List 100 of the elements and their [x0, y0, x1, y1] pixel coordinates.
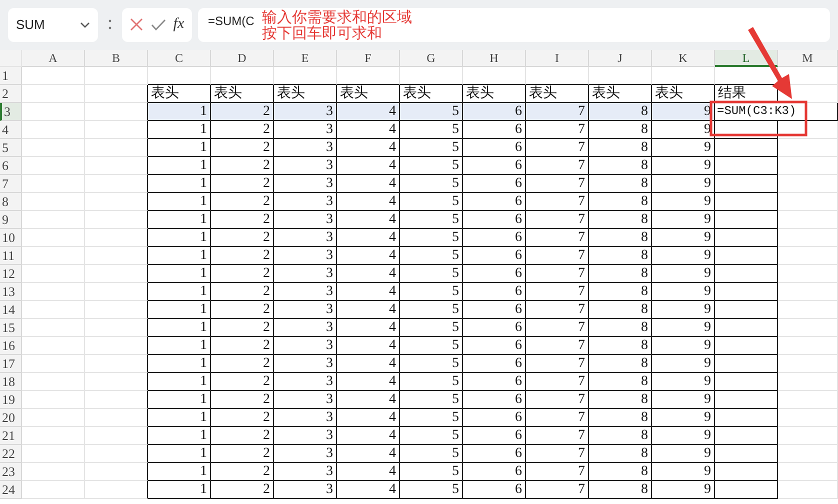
row-header[interactable]: 19: [0, 391, 22, 409]
column-header[interactable]: I: [526, 50, 589, 67]
row-header[interactable]: 7: [0, 175, 22, 193]
row-header[interactable]: 9: [0, 211, 22, 229]
name-box-value: SUM: [16, 17, 45, 32]
table-cell: 1: [148, 445, 211, 463]
function-button[interactable]: fx: [173, 16, 184, 33]
row-header[interactable]: 6: [0, 157, 22, 175]
table-cell: 4: [337, 211, 400, 229]
table-cell: 9: [652, 265, 715, 283]
table-cell: 2: [211, 301, 274, 319]
table-cell: 3: [274, 247, 337, 265]
column-header[interactable]: M: [778, 50, 838, 67]
row-header[interactable]: 4: [0, 121, 22, 139]
table-cell: [778, 319, 838, 337]
table-cell: 8: [589, 139, 652, 157]
row-header[interactable]: 15: [0, 319, 22, 337]
table-cell: 6: [463, 337, 526, 355]
row-header[interactable]: 8: [0, 193, 22, 211]
table-cell: 6: [463, 373, 526, 391]
table-cell: 3: [274, 391, 337, 409]
table-cell: [22, 265, 85, 283]
table-cell: 4: [337, 157, 400, 175]
column-header[interactable]: K: [652, 50, 715, 67]
table-cell: [22, 427, 85, 445]
table-cell: 7: [526, 193, 589, 211]
table-cell: 6: [463, 355, 526, 373]
table-cell: 5: [400, 445, 463, 463]
table-cell: 5: [400, 139, 463, 157]
column-header[interactable]: C: [148, 50, 211, 67]
row-header[interactable]: 18: [0, 373, 22, 391]
table-cell: 3: [274, 481, 337, 499]
row-header[interactable]: 21: [0, 427, 22, 445]
table-cell: [85, 157, 148, 175]
table-cell: 2: [211, 409, 274, 427]
column-header[interactable]: F: [337, 50, 400, 67]
row-header[interactable]: 24: [0, 481, 22, 499]
table-cell: 1: [148, 427, 211, 445]
column-header[interactable]: E: [274, 50, 337, 67]
table-cell: 5: [400, 427, 463, 445]
column-header[interactable]: G: [400, 50, 463, 67]
table-cell: [526, 67, 589, 85]
table-cell: 3: [274, 121, 337, 139]
table-cell: [715, 445, 778, 463]
table-cell: 6: [463, 193, 526, 211]
annotation-text: 输入你需要求和的区域: [262, 8, 412, 24]
table-cell: [778, 409, 838, 427]
row-header[interactable]: 10: [0, 229, 22, 247]
name-box[interactable]: SUM: [8, 8, 98, 42]
table-cell: 1: [148, 103, 211, 121]
row-header[interactable]: 22: [0, 445, 22, 463]
table-cell: 6: [463, 283, 526, 301]
chevron-down-icon[interactable]: [80, 22, 90, 28]
row-header[interactable]: 14: [0, 301, 22, 319]
table-cell: 3: [274, 355, 337, 373]
column-header[interactable]: H: [463, 50, 526, 67]
table-cell: [778, 283, 838, 301]
column-header[interactable]: B: [85, 50, 148, 67]
table-cell: 8: [589, 301, 652, 319]
column-header[interactable]: A: [22, 50, 85, 67]
table-cell: 3: [274, 283, 337, 301]
row-header[interactable]: 23: [0, 463, 22, 481]
table-cell: 6: [463, 481, 526, 499]
row-header[interactable]: 5: [0, 139, 22, 157]
table-cell: [22, 409, 85, 427]
column-header[interactable]: L: [715, 50, 778, 67]
close-icon[interactable]: [130, 18, 143, 31]
table-cell: [211, 67, 274, 85]
table-cell: [778, 193, 838, 211]
table-cell: [22, 175, 85, 193]
row-header[interactable]: 11: [0, 247, 22, 265]
table-cell: 4: [337, 121, 400, 139]
table-cell: [337, 67, 400, 85]
table-cell: 7: [526, 391, 589, 409]
table-cell: 9: [652, 373, 715, 391]
table-cell: 9: [652, 157, 715, 175]
row-header[interactable]: 1: [0, 67, 22, 85]
table-cell: [715, 427, 778, 445]
check-icon[interactable]: [150, 18, 166, 30]
row-header[interactable]: 16: [0, 337, 22, 355]
column-header[interactable]: D: [211, 50, 274, 67]
table-cell: 3: [274, 193, 337, 211]
table-cell: 2: [211, 373, 274, 391]
formula-cell[interactable]: =SUM(C3:K3): [715, 103, 838, 121]
table-cell: 2: [211, 319, 274, 337]
table-cell: 6: [463, 247, 526, 265]
row-header[interactable]: 2: [0, 85, 22, 103]
table-cell: 5: [400, 391, 463, 409]
row-header[interactable]: 17: [0, 355, 22, 373]
row-header[interactable]: 20: [0, 409, 22, 427]
row-header[interactable]: 3: [0, 103, 22, 121]
table-cell: 5: [400, 319, 463, 337]
table-cell: 4: [337, 247, 400, 265]
table-cell: 3: [274, 373, 337, 391]
row-header[interactable]: 13: [0, 283, 22, 301]
table-cell: 9: [652, 337, 715, 355]
column-header[interactable]: J: [589, 50, 652, 67]
row-header[interactable]: 12: [0, 265, 22, 283]
table-cell: 4: [337, 193, 400, 211]
table-cell: 3: [274, 139, 337, 157]
